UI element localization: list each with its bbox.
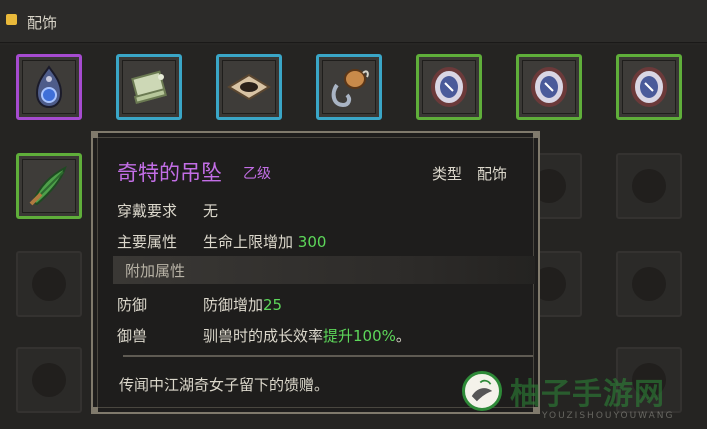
inventory-slot[interactable] <box>16 54 82 120</box>
hook-gourd-icon <box>331 69 369 108</box>
pendant-icon <box>35 65 63 109</box>
inventory-slot-empty[interactable] <box>616 251 682 317</box>
inventory-slot-empty[interactable] <box>16 251 82 317</box>
extra-attr-suffix: 。 <box>395 327 411 345</box>
extra-attr: 驯兽时的成长效率提升100%。 <box>203 325 411 346</box>
shield-charm-icon <box>431 67 467 107</box>
item-type-label: 类型 <box>432 165 463 183</box>
watermark: 柚子手游网 YOUZISHOUYOUWANG <box>462 369 707 429</box>
main-attr-text: 生命上限增加 <box>203 233 294 251</box>
inventory-slot[interactable] <box>616 54 682 120</box>
main-attr: 生命上限增加 300 <box>203 231 326 252</box>
category-title: 配饰 <box>27 14 58 32</box>
tooltip-divider <box>123 355 533 357</box>
eye-charm-icon <box>227 73 271 101</box>
requirement-value: 无 <box>203 202 219 220</box>
item-type-value: 配饰 <box>477 165 508 183</box>
extra-attr-header-label: 附加属性 <box>125 262 186 280</box>
inventory-slot[interactable] <box>216 54 282 120</box>
inventory-slot[interactable] <box>516 54 582 120</box>
main-attr-value: 300 <box>297 233 327 251</box>
inventory-slot[interactable] <box>116 54 182 120</box>
requirement-label: 穿戴要求 <box>117 202 178 220</box>
inventory-slot[interactable] <box>416 54 482 120</box>
extra-attr-text: 驯兽时的成长效率 <box>203 327 324 345</box>
extra-attr-value: 提升100% <box>323 327 396 345</box>
shield-charm-icon <box>631 67 667 107</box>
extra-attr-label: 御兽 <box>117 327 148 345</box>
inventory-slot[interactable] <box>16 153 82 219</box>
inventory-slot-empty[interactable] <box>16 347 82 413</box>
watermark-text: 柚子手游网 <box>510 377 665 412</box>
inventory-slot[interactable] <box>316 54 382 120</box>
extra-attr-label: 防御 <box>117 296 148 314</box>
extra-attr-text: 防御增加 <box>203 296 264 314</box>
category-header: 配饰 <box>0 0 707 43</box>
item-name: 奇特的吊坠 <box>117 161 222 185</box>
watermark-subtext: YOUZISHOUYOUWANG <box>542 411 675 421</box>
scroll-icon <box>131 70 167 104</box>
main-attr-label: 主要属性 <box>117 233 178 251</box>
watermark-logo-icon <box>462 371 502 411</box>
extra-attr-value: 25 <box>263 296 283 314</box>
category-dot-icon <box>6 14 17 25</box>
extra-attr: 防御增加25 <box>203 294 282 315</box>
herb-bundle-icon <box>29 166 67 206</box>
item-grade: 乙级 <box>243 166 271 182</box>
item-lore: 传闻中江湖奇女子留下的馈赠。 <box>119 376 330 394</box>
shield-charm-icon <box>531 67 567 107</box>
extra-attr-header: 附加属性 <box>113 256 535 284</box>
inventory-slot-empty[interactable] <box>616 153 682 219</box>
